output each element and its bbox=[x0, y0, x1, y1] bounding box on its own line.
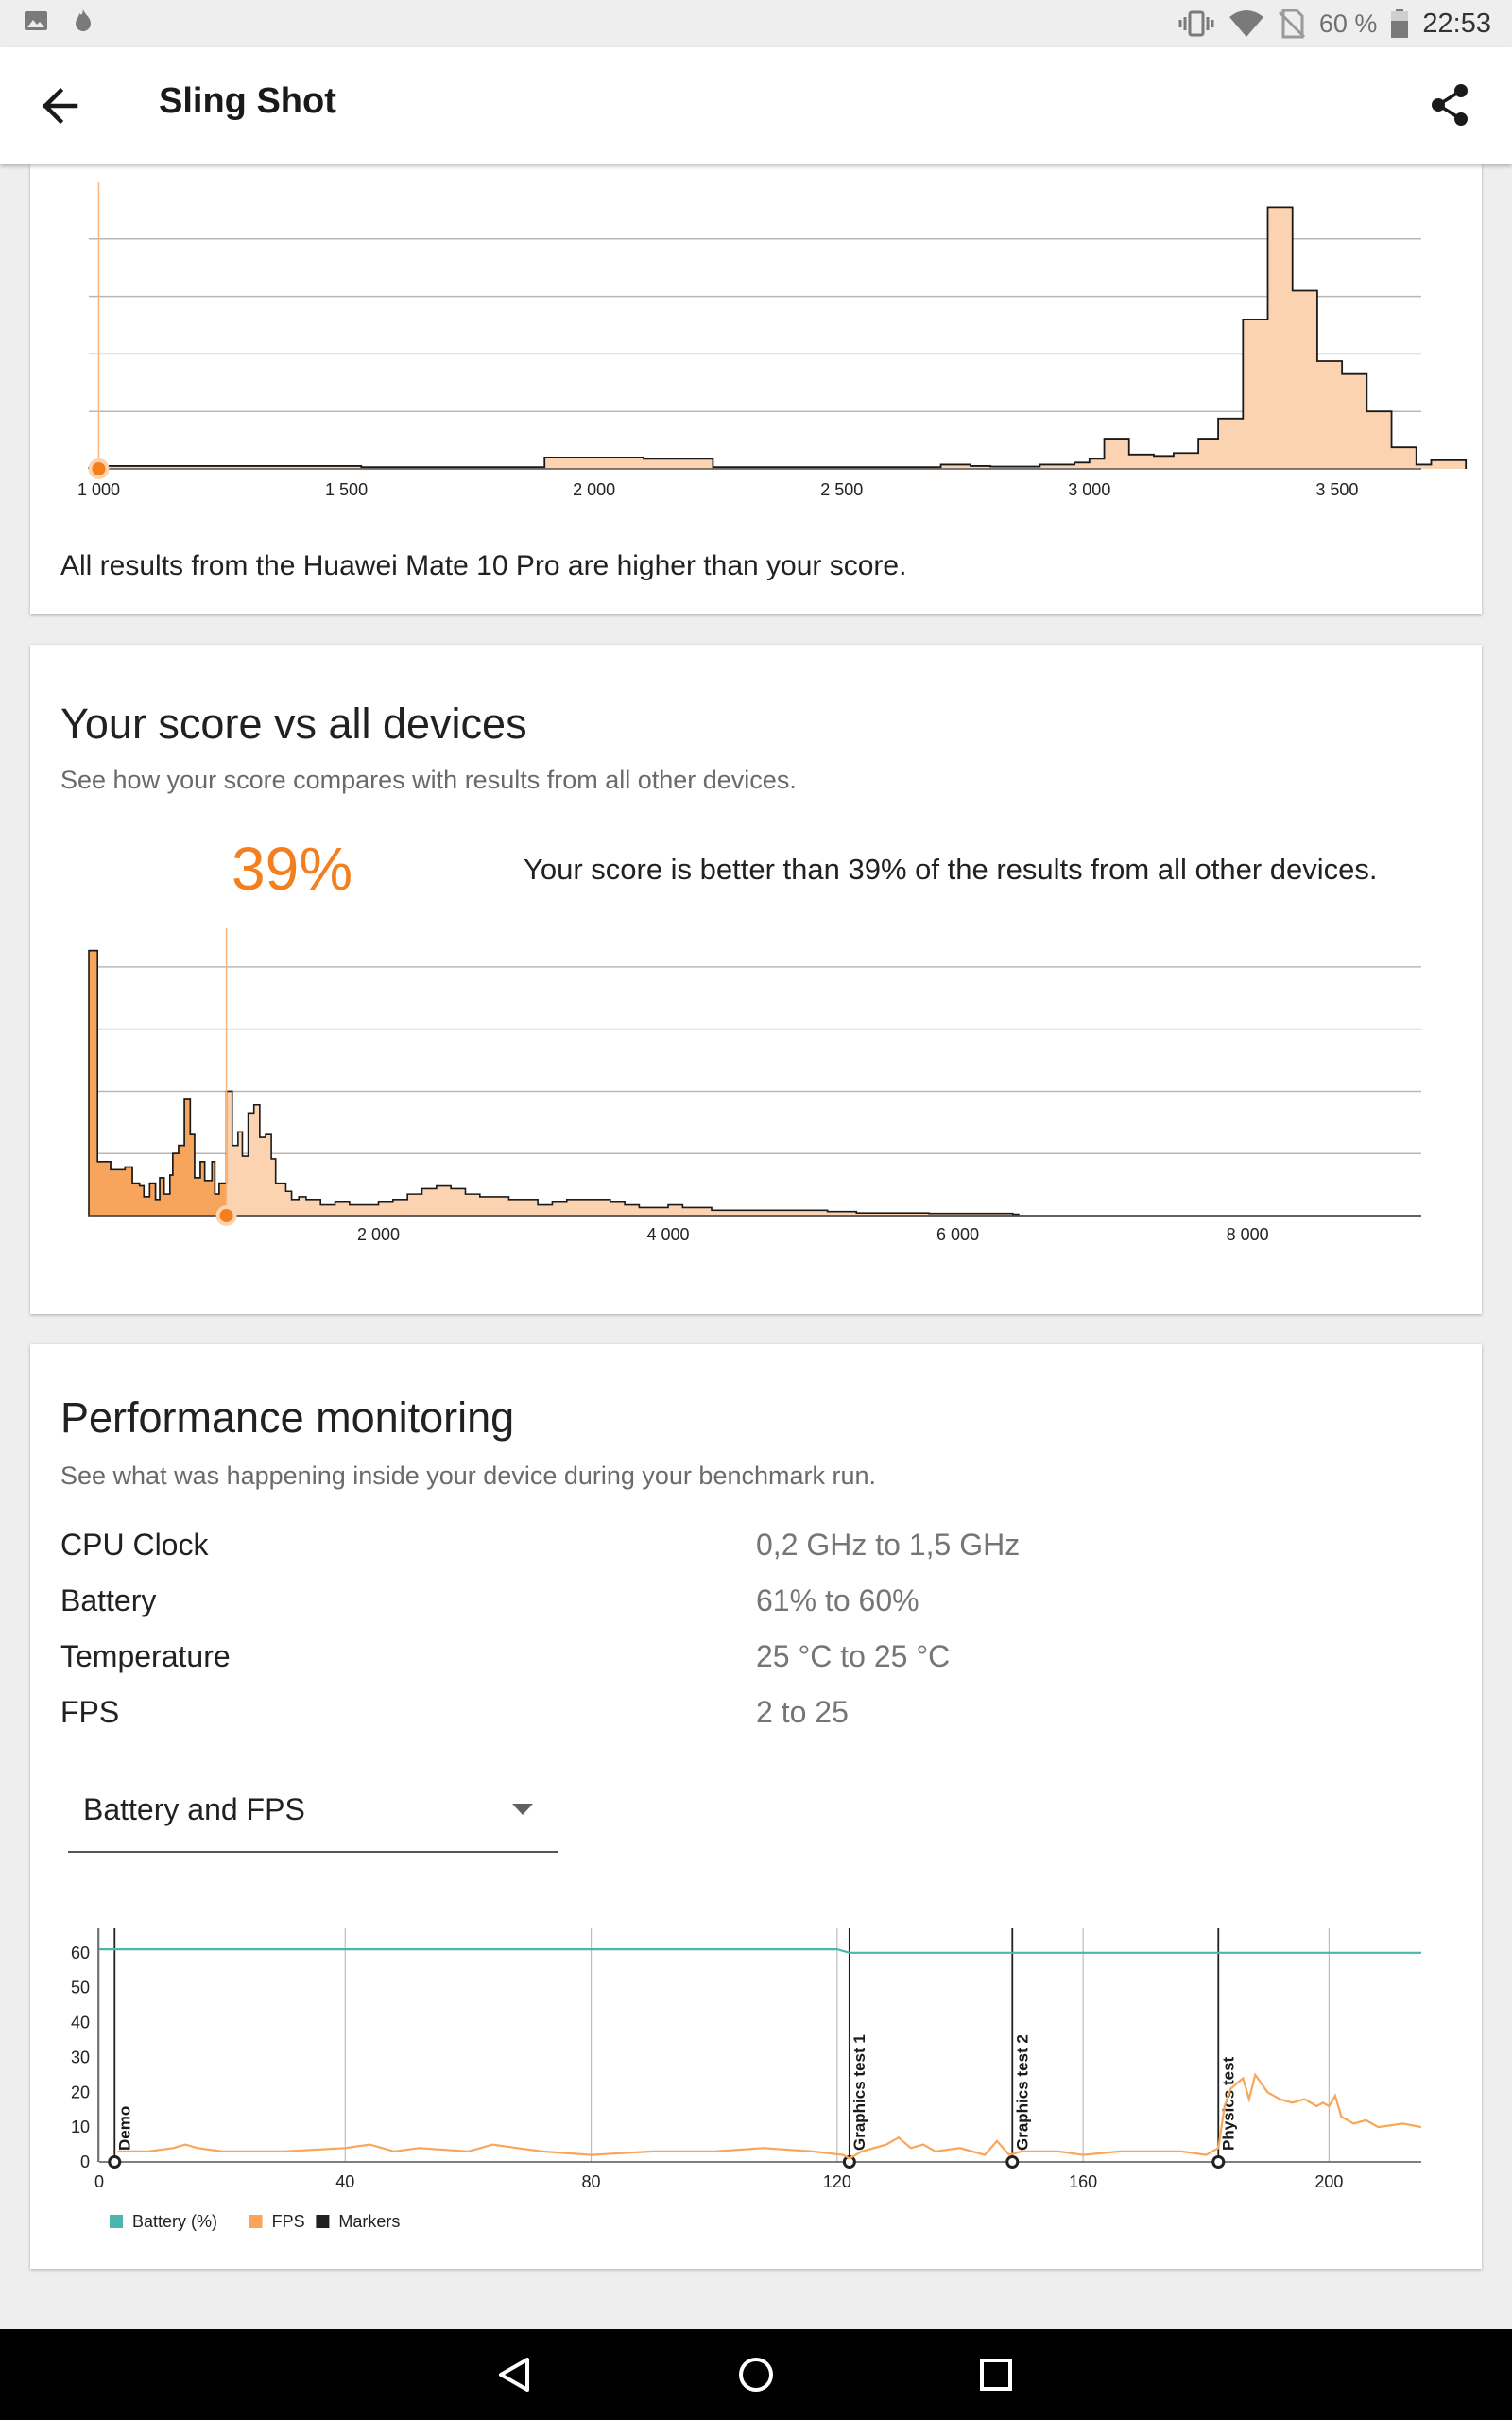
score-vs-all-title: Your score vs all devices bbox=[60, 700, 527, 748]
x-tick-label: 120 bbox=[823, 2172, 851, 2191]
x-tick-label: 200 bbox=[1314, 2172, 1343, 2191]
nav-recents-button[interactable] bbox=[968, 2346, 1024, 2403]
app-bar: Sling Shot bbox=[0, 47, 1512, 164]
device-distribution-card: 1 000 1 500 2 000 2 500 3 000 3 500 All resul… bbox=[30, 164, 1482, 614]
metric-label-battery: Battery bbox=[60, 1583, 157, 1617]
score-vs-all-card: Your score vs all devices See how your s… bbox=[30, 645, 1482, 1314]
battery-percent: 60 % bbox=[1318, 9, 1378, 38]
legend-label: Markers bbox=[338, 2212, 400, 2231]
clock: 22:53 bbox=[1422, 8, 1491, 39]
nav-recents-icon bbox=[980, 2359, 1012, 2391]
metric-label-fps: FPS bbox=[60, 1695, 120, 1729]
legend-swatch bbox=[110, 2215, 123, 2228]
x-tick-label: 3 500 bbox=[1315, 480, 1358, 499]
x-tick-label: 8 000 bbox=[1227, 1225, 1269, 1244]
metric-value-fps: 2 to 25 bbox=[756, 1695, 849, 1729]
y-tick-label: 40 bbox=[71, 2014, 90, 2032]
x-tick-label: 1 000 bbox=[77, 480, 120, 499]
y-tick-label: 10 bbox=[71, 2118, 90, 2136]
arrow-left-icon bbox=[42, 87, 78, 125]
performance-subtitle: See what was happening inside your devic… bbox=[60, 1461, 877, 1490]
legend-swatch bbox=[249, 2215, 263, 2228]
metric-value-cpu-clock: 0,2 GHz to 1,5 GHz bbox=[756, 1528, 1021, 1562]
page-title: Sling Shot bbox=[159, 81, 336, 121]
histogram-area bbox=[88, 949, 1421, 1217]
legend-label: FPS bbox=[272, 2212, 305, 2231]
device-score-histogram: 1 000 1 500 2 000 2 500 3 000 3 500 bbox=[77, 182, 1468, 499]
metric-value-temperature: 25 °C to 25 °C bbox=[756, 1639, 951, 1673]
your-score-dot bbox=[215, 1205, 237, 1226]
y-tick-label: 20 bbox=[71, 2083, 90, 2101]
navigation-bar bbox=[0, 2329, 1512, 2420]
y-tick-label: 0 bbox=[80, 2152, 90, 2171]
marker-label: Demo bbox=[115, 2106, 133, 2151]
metric-label-temperature: Temperature bbox=[60, 1639, 231, 1673]
legend-label: Battery (%) bbox=[132, 2212, 217, 2231]
nav-home-icon bbox=[739, 2358, 773, 2392]
fire-icon bbox=[76, 9, 91, 31]
x-tick-label: 160 bbox=[1069, 2172, 1097, 2191]
x-tick-label: 3 000 bbox=[1068, 480, 1110, 499]
marker-dot bbox=[1211, 2155, 1226, 2169]
battery-series-line bbox=[99, 1947, 1421, 1954]
chart-type-dropdown[interactable]: Battery and FPS bbox=[68, 1772, 558, 1853]
y-tick-label: 60 bbox=[71, 1944, 90, 1962]
histogram-area bbox=[88, 206, 1468, 469]
legend-swatch bbox=[316, 2215, 330, 2228]
battery-icon bbox=[1391, 9, 1409, 38]
dropdown-arrow-icon bbox=[512, 1804, 533, 1815]
vibrate-icon bbox=[1178, 10, 1214, 37]
battery-fps-chart: Demo Graphics test 1 Graphics test 2 Physic… bbox=[71, 1928, 1422, 2231]
share-icon bbox=[1432, 84, 1468, 126]
nav-back-button[interactable] bbox=[488, 2346, 544, 2403]
share-button[interactable] bbox=[1427, 81, 1474, 129]
image-icon bbox=[25, 11, 47, 30]
x-tick-label: 6 000 bbox=[936, 1225, 979, 1244]
dropdown-selected-value: Battery and FPS bbox=[83, 1792, 305, 1826]
x-tick-label: 40 bbox=[335, 2172, 354, 2191]
y-tick-label: 50 bbox=[71, 1979, 90, 1997]
back-button[interactable] bbox=[42, 85, 94, 127]
your-score-dot bbox=[88, 458, 110, 479]
x-tick-label: 4 000 bbox=[647, 1225, 690, 1244]
metric-label-cpu-clock: CPU Clock bbox=[60, 1528, 209, 1562]
device-comparison-note: All results from the Huawei Mate 10 Pro … bbox=[60, 550, 907, 581]
score-percentile-text: Your score is better than 39% of the res… bbox=[524, 853, 1378, 886]
y-tick-label: 30 bbox=[71, 2048, 90, 2066]
performance-card: Performance monitoring See what was happ… bbox=[30, 1344, 1482, 2269]
nav-home-button[interactable] bbox=[728, 2346, 784, 2403]
marker-label: Graphics test 2 bbox=[1013, 2034, 1031, 2151]
x-tick-label: 2 500 bbox=[820, 480, 863, 499]
performance-title: Performance monitoring bbox=[60, 1393, 515, 1442]
x-tick-label: 80 bbox=[582, 2172, 601, 2191]
status-bar: 60 % 22:53 bbox=[0, 0, 1512, 47]
no-sim-icon bbox=[1278, 9, 1305, 39]
x-tick-label: 2 000 bbox=[357, 1225, 400, 1244]
all-devices-histogram: 2 000 4 000 6 000 8 000 bbox=[88, 928, 1421, 1244]
nav-back-icon bbox=[499, 2358, 529, 2392]
x-tick-label: 1 500 bbox=[325, 480, 368, 499]
x-tick-label: 0 bbox=[94, 2172, 104, 2191]
score-vs-all-subtitle: See how your score compares with results… bbox=[60, 766, 797, 794]
marker-dot bbox=[108, 2155, 122, 2169]
x-tick-label: 2 000 bbox=[573, 480, 615, 499]
wifi-icon bbox=[1228, 10, 1263, 37]
marker-dot bbox=[1005, 2155, 1020, 2169]
marker-label: Physics test bbox=[1219, 2056, 1237, 2151]
metric-value-battery: 61% to 60% bbox=[756, 1583, 919, 1617]
score-percentile: 39% bbox=[232, 835, 353, 903]
marker-label: Graphics test 1 bbox=[850, 2034, 868, 2151]
histogram-area-below-score bbox=[89, 949, 227, 1216]
